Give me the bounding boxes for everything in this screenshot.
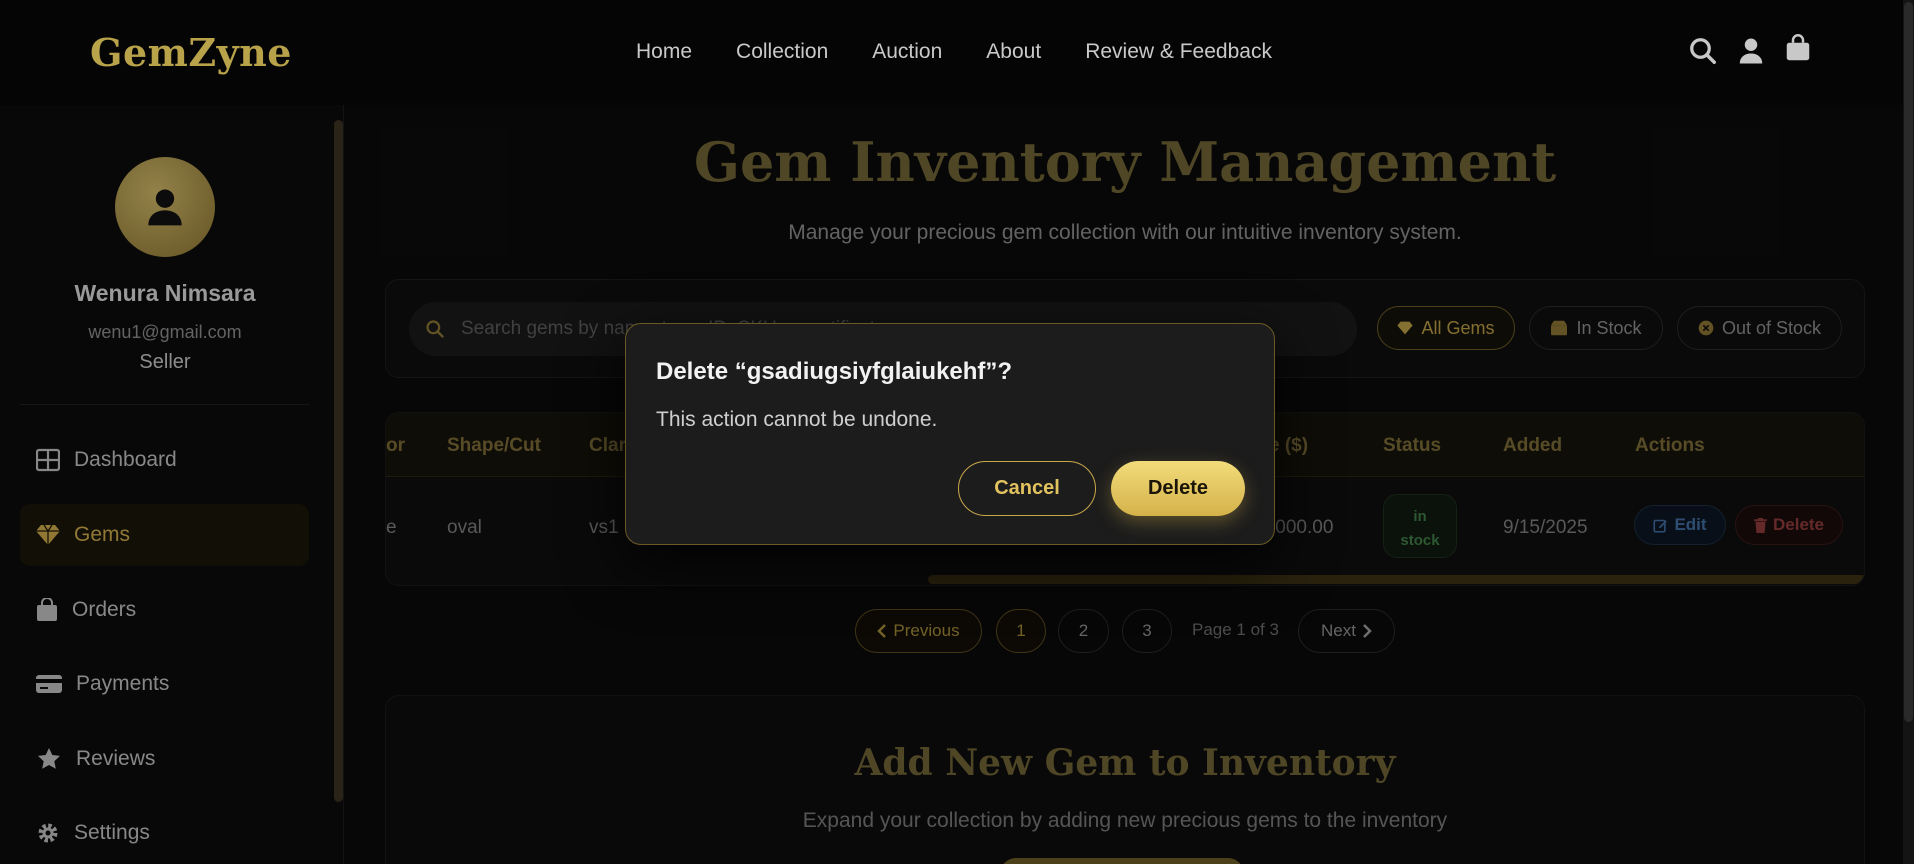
top-navbar: GemZyne Home Collection Auction About Re… — [0, 0, 1914, 105]
user-icon[interactable] — [1736, 36, 1766, 66]
search-icon[interactable] — [1688, 36, 1718, 66]
delete-confirm-dialog: Delete “gsadiugsiyfglaiukehf”? This acti… — [625, 323, 1275, 545]
nav-collection[interactable]: Collection — [736, 40, 828, 64]
page-scrollbar[interactable] — [1904, 2, 1913, 722]
dialog-message: This action cannot be undone. — [656, 408, 938, 431]
brand-logo[interactable]: GemZyne — [90, 30, 292, 75]
dialog-title: Delete “gsadiugsiyfglaiukehf”? — [656, 358, 1013, 385]
nav-about[interactable]: About — [986, 40, 1041, 64]
nav-home[interactable]: Home — [636, 40, 692, 64]
cancel-button[interactable]: Cancel — [958, 461, 1096, 516]
shopping-bag-icon[interactable] — [1783, 34, 1813, 64]
nav-auction[interactable]: Auction — [872, 40, 942, 64]
confirm-delete-button[interactable]: Delete — [1111, 461, 1245, 516]
main-nav: Home Collection Auction About Review & F… — [636, 40, 1272, 64]
nav-review-feedback[interactable]: Review & Feedback — [1085, 40, 1272, 64]
